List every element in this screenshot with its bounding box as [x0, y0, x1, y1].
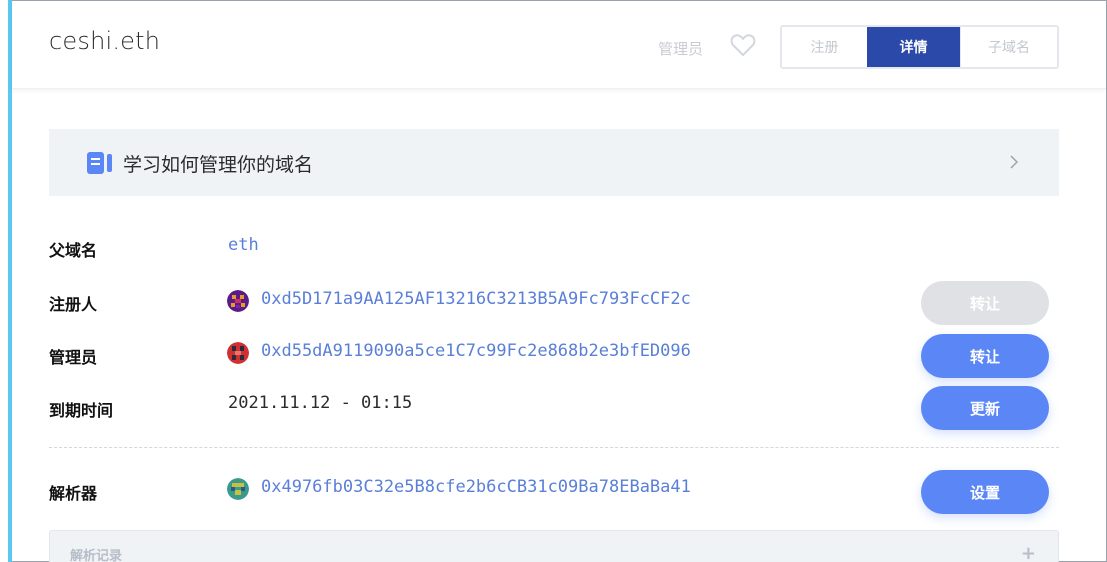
tab-details[interactable]: 详情 — [867, 27, 960, 67]
expiry-label: 到期时间 — [49, 401, 114, 420]
left-accent-bar — [0, 0, 12, 562]
records-panel: 解析记录 + — [49, 530, 1059, 562]
resolver-address[interactable]: 0x4976fb03C32e5B8cfe2b6cCB31c09Ba78EBaBa… — [261, 477, 691, 497]
parent-domain-link[interactable]: eth — [228, 235, 259, 255]
heart-icon[interactable] — [730, 33, 756, 57]
book-icon — [87, 152, 112, 174]
transfer-controller-button[interactable]: 转让 — [921, 334, 1049, 378]
domain-tabs: 注册 详情 子域名 — [780, 25, 1059, 69]
parent-domain-label: 父域名 — [49, 241, 98, 260]
controller-label: 管理员 — [49, 348, 98, 367]
registrant-avatar — [227, 290, 249, 312]
section-divider — [49, 447, 1059, 448]
registrant-address[interactable]: 0xd5D171a9AA125AF13216C3213B5A9Fc793FcCF… — [261, 289, 691, 309]
transfer-registrant-button[interactable]: 转让 — [921, 281, 1049, 325]
domain-header: ceshi.eth 管理员 注册 详情 子域名 — [12, 1, 1106, 89]
manager-label: 管理员 — [658, 40, 704, 58]
tab-subdomains[interactable]: 子域名 — [960, 27, 1057, 67]
expiry-date: 2021.11.12 - 01:15 — [228, 393, 413, 413]
set-resolver-button[interactable]: 设置 — [921, 470, 1049, 514]
controller-address[interactable]: 0xd55dA9119090a5ce1C7c99Fc2e868b2e3bfED0… — [261, 341, 691, 361]
records-label: 解析记录 — [70, 549, 123, 562]
learn-banner[interactable]: 学习如何管理你的域名 — [49, 129, 1059, 196]
domain-title: ceshi.eth — [49, 27, 161, 55]
controller-avatar — [227, 342, 249, 364]
tab-register[interactable]: 注册 — [782, 27, 867, 67]
resolver-avatar — [227, 478, 249, 500]
learn-banner-text: 学习如何管理你的域名 — [123, 154, 314, 176]
add-record-plus-icon[interactable]: + — [1021, 543, 1036, 562]
renew-button[interactable]: 更新 — [921, 386, 1049, 430]
chevron-right-icon — [1010, 155, 1019, 169]
resolver-label: 解析器 — [49, 484, 98, 503]
registrant-label: 注册人 — [49, 295, 98, 314]
